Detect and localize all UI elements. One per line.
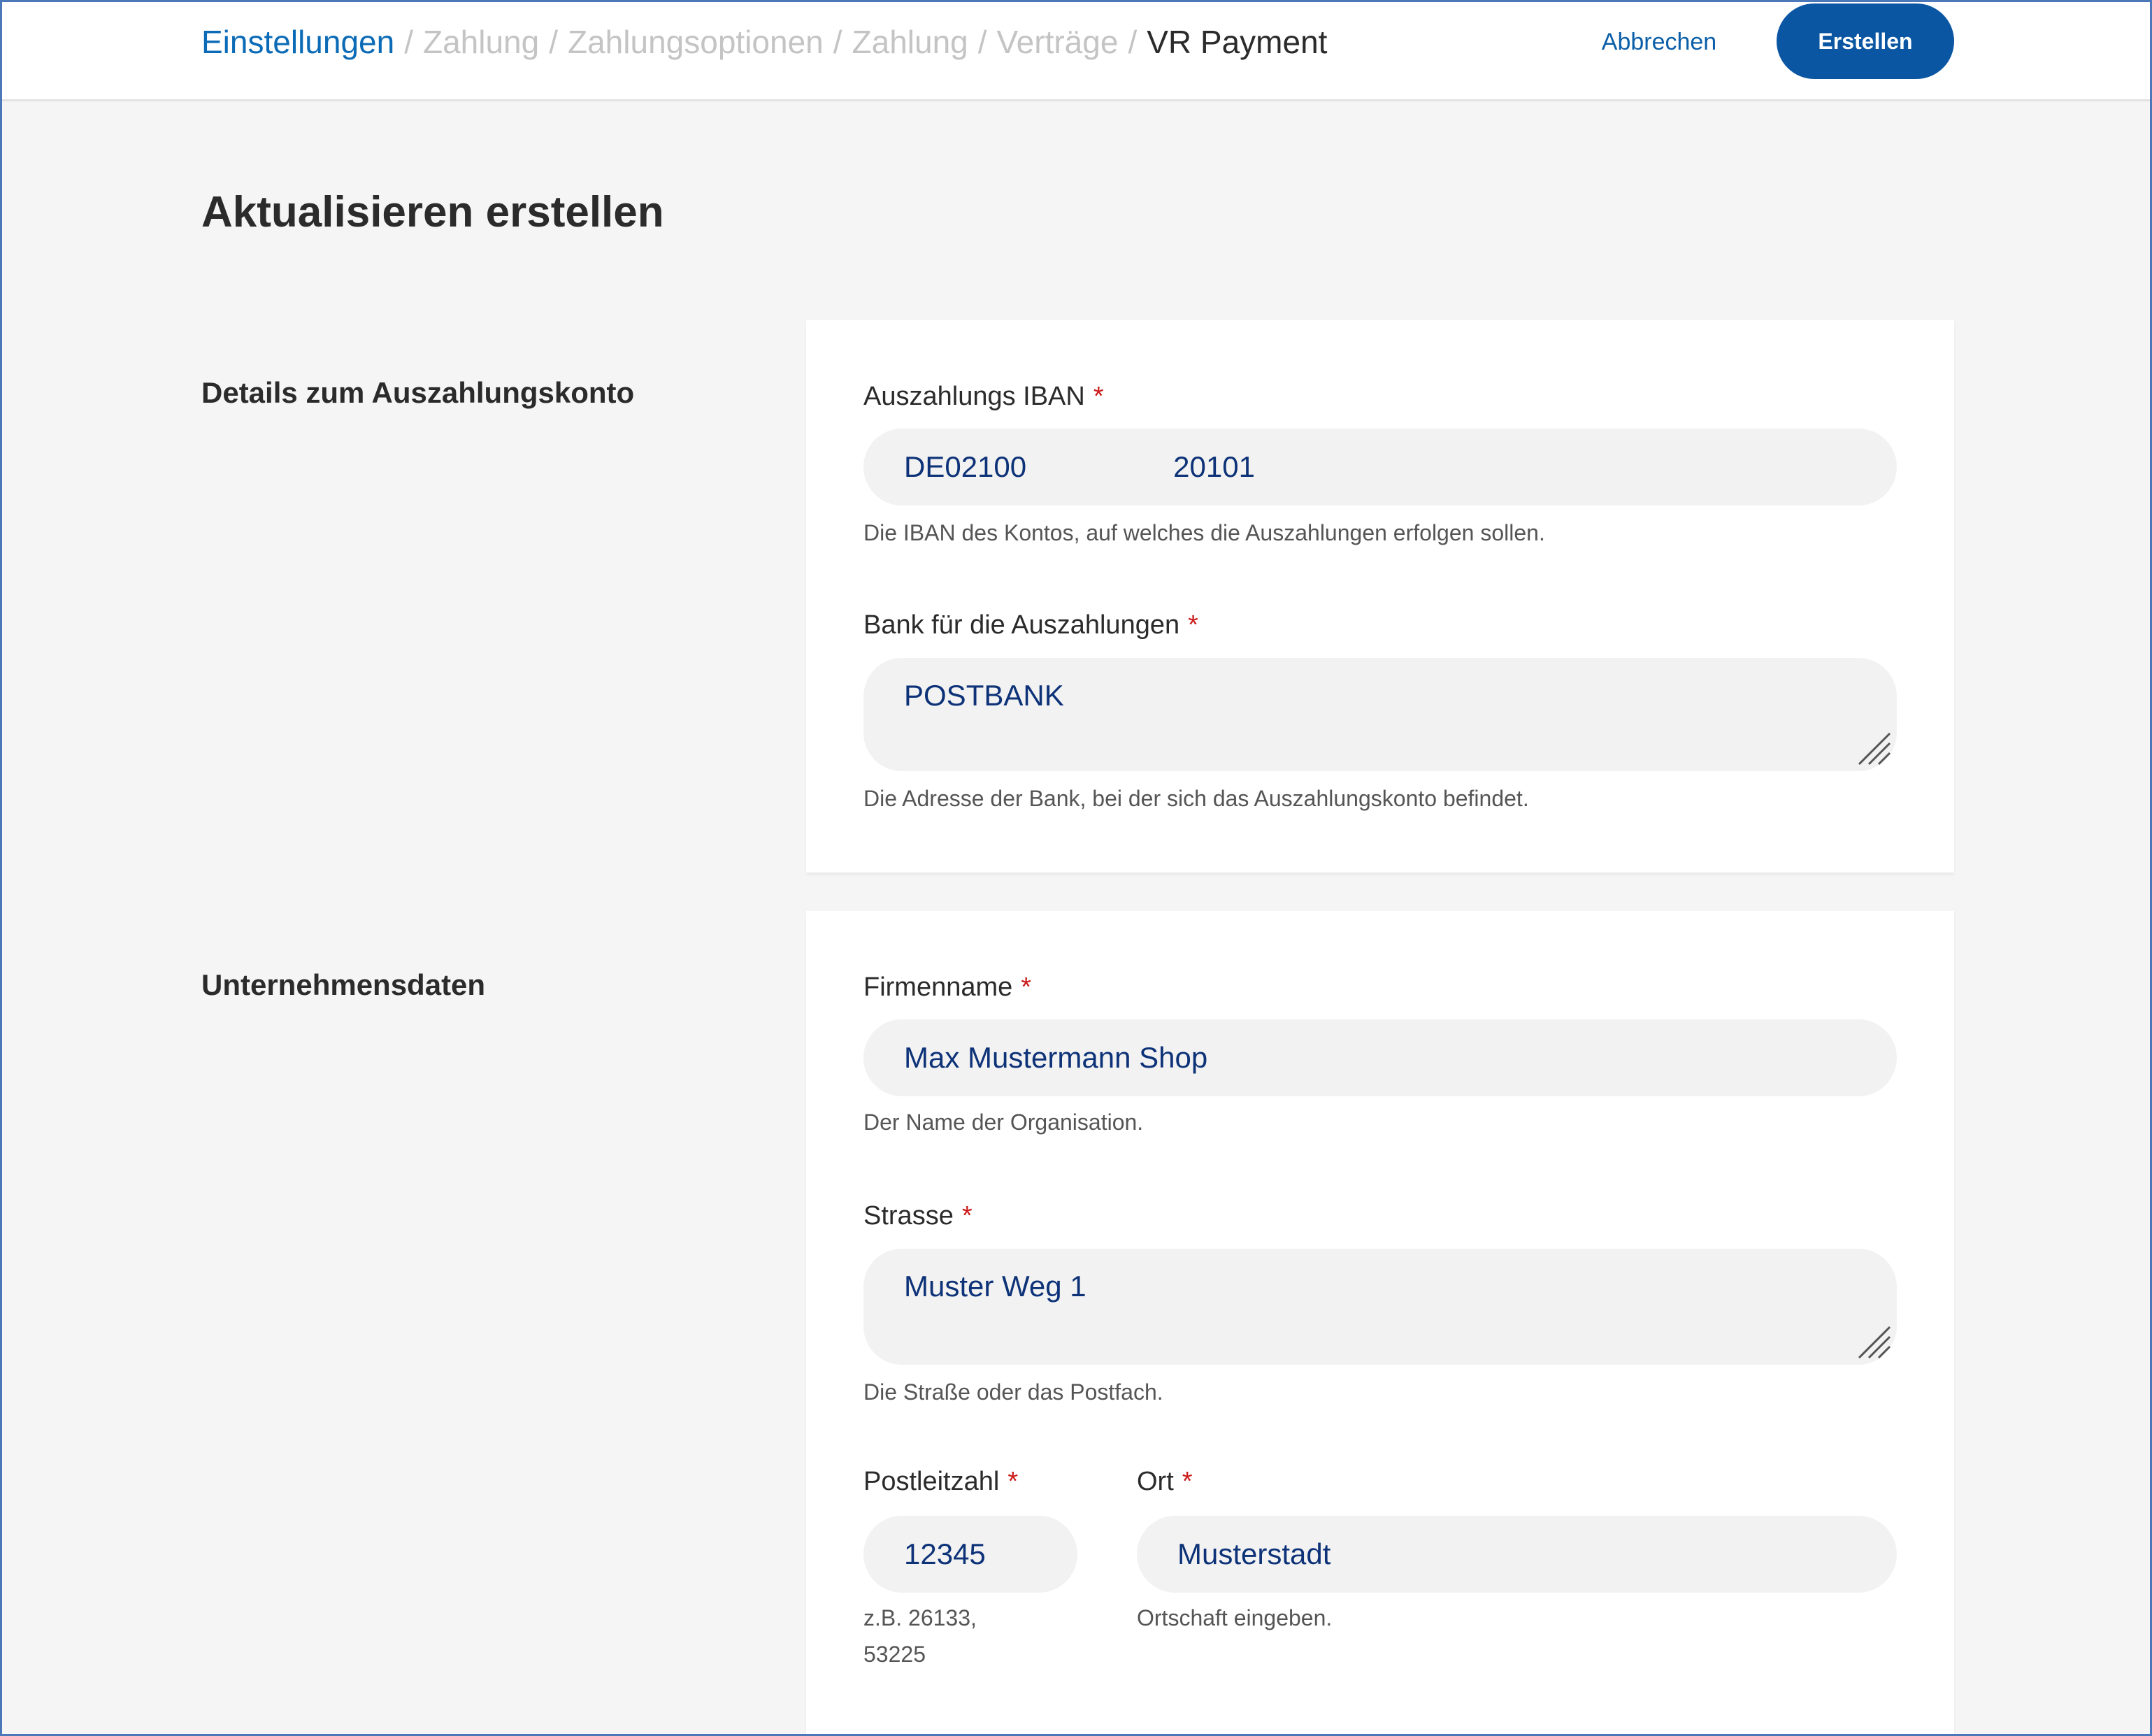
section-label-payout: Details zum Auszahlungskonto — [201, 376, 635, 409]
breadcrumb-separator: / — [833, 24, 842, 60]
zip-label: Postleitzahl * — [863, 1467, 1019, 1496]
bank-textarea-wrapper: POSTBANK — [863, 658, 1897, 771]
zip-help-line-2: 53225 — [863, 1642, 926, 1667]
zip-help-line-1: z.B. 26133, — [863, 1605, 977, 1630]
create-button[interactable]: Erstellen — [1777, 3, 1954, 79]
required-mark: * — [1093, 382, 1104, 411]
top-bar: Einstellungen / Zahlung / Zahlungsoption… — [2, 2, 2150, 101]
cancel-button[interactable]: Abbrechen — [1575, 22, 1743, 62]
breadcrumb: Einstellungen / Zahlung / Zahlungsoption… — [201, 19, 1327, 65]
breadcrumb-separator: / — [977, 24, 987, 60]
company-name-label: Firmenname * — [863, 973, 1032, 1002]
section-label-company: Unternehmensdaten — [201, 968, 486, 1001]
breadcrumb-item-einstellungen[interactable]: Einstellungen — [201, 23, 394, 61]
street-help: Die Straße oder das Postfach. — [863, 1379, 1163, 1405]
iban-label: Auszahlungs IBAN * — [863, 382, 1104, 411]
breadcrumb-item-current: VR Payment — [1147, 24, 1328, 60]
company-name-input[interactable] — [863, 1019, 1897, 1096]
required-mark: * — [1182, 1467, 1193, 1496]
bank-textarea[interactable]: POSTBANK — [863, 658, 1897, 771]
breadcrumb-item-vertraege[interactable]: Verträge — [997, 23, 1119, 61]
payout-card: Auszahlungs IBAN* Die IBAN des Kontos, a… — [806, 320, 1954, 873]
breadcrumb-separator: / — [404, 24, 413, 60]
required-mark: * — [1188, 610, 1198, 640]
resize-grip-icon[interactable] — [1856, 731, 1893, 767]
breadcrumb-item-zahlung[interactable]: Zahlung — [423, 23, 539, 61]
iban-help: Die IBAN des Kontos, auf welches die Aus… — [863, 520, 1545, 545]
required-mark: * — [1007, 1467, 1019, 1496]
breadcrumb-separator: / — [1128, 24, 1138, 60]
required-mark: * — [961, 1201, 973, 1231]
breadcrumb-separator: / — [549, 24, 558, 60]
required-mark: * — [1021, 973, 1032, 1002]
company-card: Firmenname* Der Name der Organisation. S… — [806, 911, 1954, 1734]
zip-input[interactable] — [863, 1516, 1077, 1593]
breadcrumb-item-zahlungsoptionen[interactable]: Zahlungsoptionen — [568, 23, 824, 61]
bank-help: Die Adresse der Bank, bei der sich das A… — [863, 786, 1529, 811]
app-window: Einstellungen / Zahlung / Zahlungsoption… — [2, 2, 2150, 1734]
street-textarea-wrapper: Muster Weg 1 — [863, 1249, 1897, 1365]
city-input[interactable] — [1137, 1516, 1897, 1593]
street-textarea[interactable]: Muster Weg 1 — [863, 1249, 1897, 1365]
breadcrumb-item-zahlung-2[interactable]: Zahlung — [852, 23, 968, 61]
company-name-help: Der Name der Organisation. — [863, 1110, 1144, 1135]
city-help: Ortschaft eingeben. — [1137, 1605, 1333, 1630]
zip-help: z.B. 26133, 53225 — [863, 1600, 977, 1672]
resize-grip-icon[interactable] — [1856, 1324, 1893, 1361]
city-label: Ort * — [1137, 1467, 1193, 1496]
iban-input[interactable] — [863, 429, 1897, 505]
street-label: Strasse * — [863, 1201, 973, 1231]
page-title: Aktualisieren erstellen — [201, 188, 664, 236]
bank-label: Bank für die Auszahlungen * — [863, 610, 1198, 640]
